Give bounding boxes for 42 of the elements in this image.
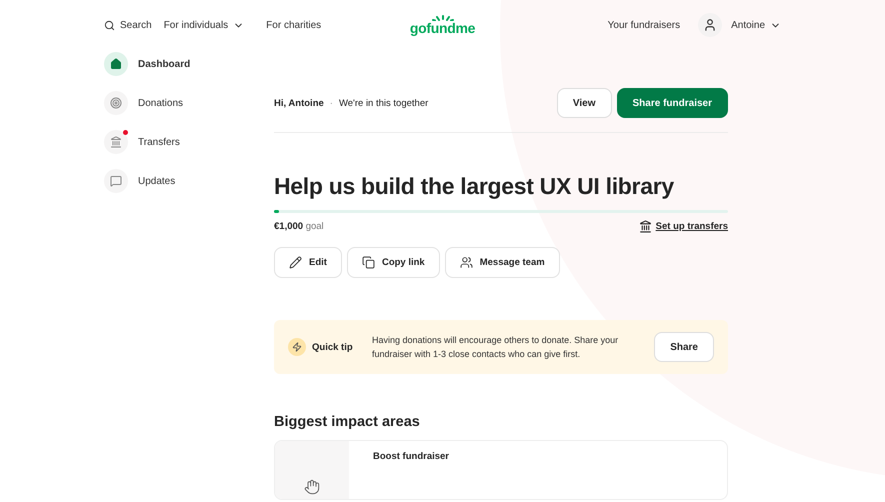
separator-dot: · [330,98,333,108]
sidebar-item[interactable]: Dashboard [104,52,274,76]
tip-text: Having donations will encourage others to donate. Share your fundraiser with 1-3 close contacts who can give first. [372,334,620,361]
card-title: Boost fundraiser [372,450,450,464]
lightning-icon [288,338,306,356]
nav-link[interactable]: For charities [266,20,322,30]
sidebar-item[interactable]: Transfers [104,130,274,154]
user-menu[interactable]: Antoine [698,13,782,37]
share-button[interactable]: Share [654,332,714,362]
sidebar-label: Transfers [138,136,180,148]
fundraiser-title: Help us build the largest UX UI library [274,173,675,200]
sun-rays-icon [432,15,454,21]
sidebar-label: Updates [138,176,176,186]
your-fundraisers-link[interactable]: Your fundraisers [608,20,680,30]
action-button[interactable]: Edit [274,247,342,278]
copy-icon [362,256,375,269]
tip-title: Quick tip [312,342,353,352]
bank-icon [110,136,122,148]
set-up-transfers-link[interactable]: Set up transfers [638,220,728,233]
impact-card[interactable]: Boost fundraiser [274,440,728,500]
sidebar-label: Donations [138,98,184,108]
sidebar-item[interactable]: Donations [104,91,274,115]
action-button[interactable]: Message team [444,247,560,278]
section-heading: Biggest impact areas [274,414,421,430]
home-icon [110,58,122,70]
updates-icon [110,175,122,187]
action-button[interactable]: Copy link [346,247,440,278]
bank-icon [638,220,652,233]
nav-link[interactable]: For individuals [164,20,244,30]
hand-icon [304,479,320,495]
share-fundraiser-button[interactable]: Share fundraiser [616,88,728,118]
donations-icon [110,97,122,109]
search-icon [104,20,115,30]
goal-text: €1,000 goal [274,221,324,232]
sidebar-label: Dashboard [138,58,190,70]
edit-icon [289,256,302,269]
sidebar-item[interactable]: Updates [104,169,274,193]
greeting-name: Hi, Antoine [274,98,324,108]
search-link[interactable]: Search [104,20,152,30]
greeting-tagline: We're in this together [338,98,428,108]
view-button[interactable]: View [556,88,612,118]
team-icon [460,256,473,269]
